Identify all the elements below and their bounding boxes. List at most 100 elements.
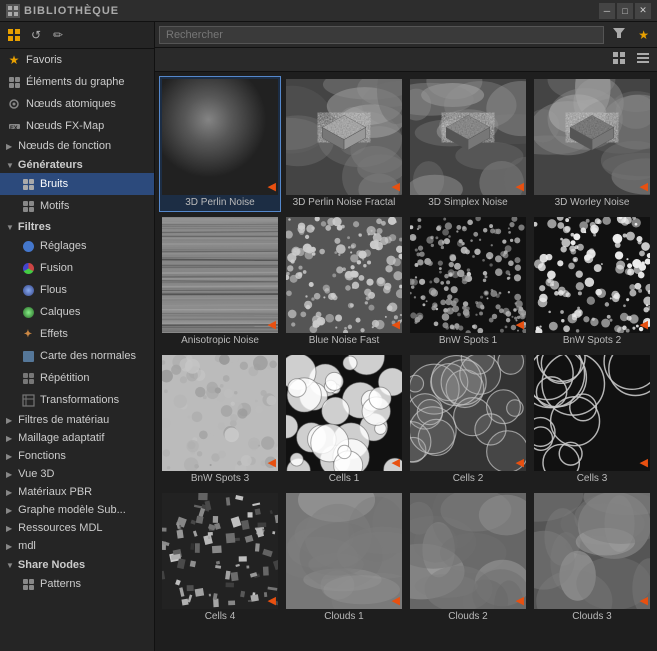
grid-item-thumb-bnw-spots-1: ◀ (410, 217, 526, 333)
sidebar-label-effets: Effets (40, 328, 68, 340)
sidebar-item-elements[interactable]: Éléments du graphe (0, 71, 154, 93)
grid-item-blue-noise-fast[interactable]: ◀Blue Noise Fast (283, 214, 405, 350)
grid-item-bnw-spots-1[interactable]: ◀BnW Spots 1 (407, 214, 529, 350)
carte-normales-icon (20, 348, 36, 364)
sidebar-item-vue3d[interactable]: ▶ Vue 3D (0, 465, 154, 483)
search-input[interactable] (159, 26, 604, 44)
content-area: ★ (155, 22, 657, 651)
grid-item-3d-perlin-noise[interactable]: ◀3D Perlin Noise (159, 76, 281, 212)
grid-item-3d-worley-noise[interactable]: ◀ 3D Worley Noise (531, 76, 653, 212)
corner-arrow-icon: ◀ (516, 320, 524, 331)
sidebar-tool-grid[interactable] (4, 25, 24, 45)
app-icon (6, 4, 20, 18)
sidebar-item-reglages[interactable]: Réglages (0, 235, 154, 257)
corner-arrow-icon: ◀ (640, 458, 648, 469)
grid-item-label-clouds-1: Clouds 1 (324, 611, 363, 623)
list-view-button[interactable] (633, 50, 653, 69)
corner-arrow-icon: ◀ (640, 596, 648, 607)
grid-item-bnw-spots-3[interactable]: ◀ BnW Spots 3 (159, 352, 281, 488)
filter-button[interactable] (608, 25, 630, 44)
sidebar-label-transformations: Transformations (40, 394, 119, 406)
sidebar-item-share-nodes[interactable]: ▼ Share Nodes (0, 555, 154, 573)
grid-item-thumb-blue-noise-fast: ◀ (286, 217, 402, 333)
sidebar-item-transformations[interactable]: Transformations (0, 389, 154, 411)
effets-icon: ✦ (20, 326, 36, 342)
sidebar-label-mdl: mdl (18, 540, 36, 552)
sidebar-item-fonction[interactable]: ▶ Nœuds de fonction (0, 137, 154, 155)
grid-item-clouds-2[interactable]: ◀Clouds 2 (407, 490, 529, 626)
repetition-icon (20, 370, 36, 386)
grid-item-label-cells-1: Cells 1 (329, 473, 360, 485)
sidebar-label-carte-normales: Carte des normales (40, 350, 136, 362)
grid-item-thumb-cells-3: ◀ (534, 355, 650, 471)
sidebar-item-carte-normales[interactable]: Carte des normales (0, 345, 154, 367)
svg-text:FX: FX (10, 126, 18, 132)
grid-item-thumb-cells-2: ◀ (410, 355, 526, 471)
favorites-filter-button[interactable]: ★ (634, 27, 653, 43)
sidebar-label-graphe-modele: Graphe modèle Sub... (18, 504, 126, 516)
fxmap-icon: FX (6, 118, 22, 134)
grid-item-thumb-3d-perlin-noise-fractal: ◀ (286, 79, 402, 195)
sidebar-item-noeuds-atomiques[interactable]: Nœuds atomiques (0, 93, 154, 115)
grid-item-clouds-3[interactable]: ◀Clouds 3 (531, 490, 653, 626)
grid-item-anisotropic-noise[interactable]: ◀Anisotropic Noise (159, 214, 281, 350)
sidebar-toolbar: ↺ ✏ (0, 22, 154, 49)
corner-arrow-icon: ◀ (392, 596, 400, 607)
sidebar-item-fusion[interactable]: Fusion (0, 257, 154, 279)
sidebar-item-effets[interactable]: ✦ Effets (0, 323, 154, 345)
corner-arrow-icon: ◀ (392, 458, 400, 469)
grid-item-cells-3[interactable]: ◀Cells 3 (531, 352, 653, 488)
grid-item-label-cells-4: Cells 4 (205, 611, 236, 623)
corner-arrow-icon: ◀ (268, 458, 276, 469)
grid-item-thumb-anisotropic-noise: ◀ (162, 217, 278, 333)
grid-item-label-cells-2: Cells 2 (453, 473, 484, 485)
sidebar-item-filtres[interactable]: ▼ Filtres (0, 217, 154, 235)
sidebar-item-flous[interactable]: Flous (0, 279, 154, 301)
grid-item-cells-1[interactable]: ◀ Cells 1 (283, 352, 405, 488)
sidebar-label-vue3d: Vue 3D (18, 468, 54, 480)
grid-item-thumb-bnw-spots-3: ◀ (162, 355, 278, 471)
grid-item-label-3d-perlin-noise-fractal: 3D Perlin Noise Fractal (293, 197, 396, 209)
sidebar-item-filtres-materiau[interactable]: ▶ Filtres de matériau (0, 411, 154, 429)
sidebar-item-favoris[interactable]: ★ Favoris (0, 49, 154, 71)
grid-item-cells-2[interactable]: ◀ Cells 2 (407, 352, 529, 488)
sidebar-item-graphe-modele[interactable]: ▶ Graphe modèle Sub... (0, 501, 154, 519)
sidebar-item-ressources-mdl[interactable]: ▶ Ressources MDL (0, 519, 154, 537)
sidebar-item-bruits[interactable]: Bruits (0, 173, 154, 195)
sidebar-item-fxmap[interactable]: FX Nœuds FX-Map (0, 115, 154, 137)
sidebar-item-mdl[interactable]: ▶ mdl (0, 537, 154, 555)
sidebar-item-fonctions[interactable]: ▶ Fonctions (0, 447, 154, 465)
vue3d-arrow: ▶ (6, 470, 12, 479)
grid-item-cells-4[interactable]: ◀Cells 4 (159, 490, 281, 626)
grid-item-label-bnw-spots-3: BnW Spots 3 (191, 473, 249, 485)
sidebar-tool-refresh[interactable]: ↺ (26, 25, 46, 45)
elements-icon (6, 74, 22, 90)
close-button[interactable]: ✕ (635, 3, 651, 19)
minimize-button[interactable]: ─ (599, 3, 615, 19)
sidebar-label-share-nodes: Share Nodes (18, 559, 85, 571)
sidebar-item-calques[interactable]: Calques (0, 301, 154, 323)
main-layout: ↺ ✏ ★ Favoris Éléments du graphe Nœuds a… (0, 22, 657, 651)
generateurs-arrow: ▼ (6, 161, 14, 170)
sidebar-item-motifs[interactable]: Motifs (0, 195, 154, 217)
maximize-button[interactable]: □ (617, 3, 633, 19)
grid-item-label-3d-worley-noise: 3D Worley Noise (555, 197, 630, 209)
sidebar-item-maillage[interactable]: ▶ Maillage adaptatif (0, 429, 154, 447)
grid-item-bnw-spots-2[interactable]: ◀BnW Spots 2 (531, 214, 653, 350)
reglages-icon (20, 238, 36, 254)
fonctions-arrow: ▶ (6, 452, 12, 461)
grid-view-button[interactable] (609, 50, 629, 69)
grid-item-thumb-clouds-2: ◀ (410, 493, 526, 609)
sidebar-item-materiaux-pbr[interactable]: ▶ Matériaux PBR (0, 483, 154, 501)
sidebar-item-patterns[interactable]: Patterns (0, 573, 154, 595)
sidebar-item-generateurs[interactable]: ▼ Générateurs (0, 155, 154, 173)
grid-item-3d-simplex-noise[interactable]: ◀3D Simplex Noise (407, 76, 529, 212)
grid-item-3d-perlin-noise-fractal[interactable]: ◀ 3D Perlin Noise Fractal (283, 76, 405, 212)
sidebar-label-filtres: Filtres (18, 221, 51, 233)
grid-item-thumb-3d-worley-noise: ◀ (534, 79, 650, 195)
sidebar-item-repetition[interactable]: Répétition (0, 367, 154, 389)
grid-item-clouds-1[interactable]: ◀ Clouds 1 (283, 490, 405, 626)
grid-item-thumb-3d-simplex-noise: ◀ (410, 79, 526, 195)
sidebar-label-ressources-mdl: Ressources MDL (18, 522, 102, 534)
sidebar-tool-edit[interactable]: ✏ (48, 25, 68, 45)
